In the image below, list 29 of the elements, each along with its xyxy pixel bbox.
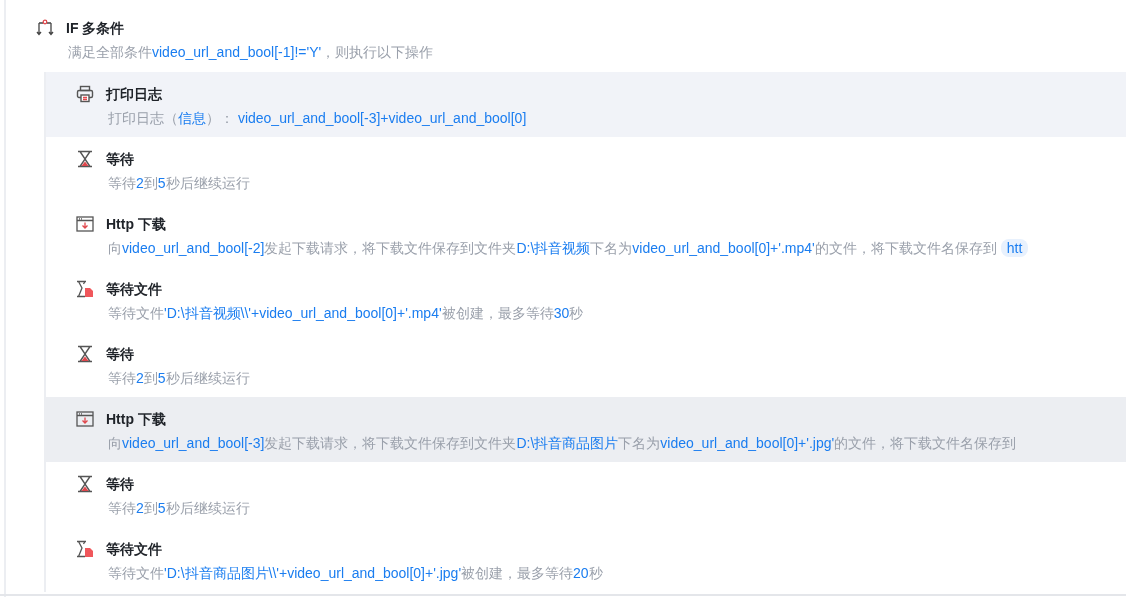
step-title: Http 下载	[106, 214, 166, 234]
step-title: 等待	[106, 149, 134, 169]
download-window-icon	[76, 411, 94, 427]
step-row[interactable]: 打印日志 打印日志（信息）： video_url_and_bool[-3]+video_url_and_bool[0]	[46, 72, 1126, 137]
hourglass-file-icon	[76, 540, 94, 558]
branch-icon	[36, 19, 54, 37]
step-description: 等待2到5秒后继续运行	[107, 174, 251, 193]
step-title: 等待文件	[106, 539, 162, 559]
hourglass-icon	[77, 345, 93, 363]
step-description: 向video_url_and_bool[-2]发起下载请求，将下载文件保存到文件夹D:\抖音视频下名为video_url_and_bool[0]+'.mp4'的文件，将下载文件名保存到 htt	[76, 234, 1126, 258]
step-title: IF 多条件	[66, 18, 125, 38]
printer-icon	[76, 85, 94, 103]
hourglass-icon	[77, 475, 93, 493]
step-description: 等待2到5秒后继续运行	[107, 499, 251, 518]
step-description: 向video_url_and_bool[-3]发起下载请求，将下载文件保存到文件夹D:\抖音商品图片下名为video_url_and_bool[0]+'.jpg'的文件，将下载文件名保存到	[107, 434, 1018, 453]
hourglass-file-icon	[76, 280, 94, 298]
step-description: 等待文件'D:\抖音视频\\'+video_url_and_bool[0]+'.mp4'被创建，最多等待30秒	[107, 304, 585, 323]
step-title: 打印日志	[106, 84, 162, 104]
step-description: 等待文件'D:\抖音商品图片\\'+video_url_and_bool[0]+'.jpg'被创建，最多等待20秒	[107, 564, 604, 583]
step-row[interactable]: Http 下载 向video_url_and_bool[-3]发起下载请求，将下载文件保存到文件夹D:\抖音商品图片下名为video_url_and_bool[0]+'.jpg'的文件，将下载文件名保存到	[46, 397, 1126, 462]
step-title: 等待文件	[106, 279, 162, 299]
step-title: Http 下载	[106, 409, 166, 429]
step-title: 等待	[106, 344, 134, 364]
download-window-icon	[76, 216, 94, 232]
hourglass-icon	[77, 150, 93, 168]
step-description: 等待2到5秒后继续运行	[107, 369, 251, 388]
step-description: 打印日志（信息）： video_url_and_bool[-3]+video_url_and_bool[0]	[107, 109, 528, 128]
step-description: 满足全部条件video_url_and_bool[-1]!='Y'，则执行以下操作	[67, 43, 435, 62]
step-title: 等待	[106, 474, 134, 494]
